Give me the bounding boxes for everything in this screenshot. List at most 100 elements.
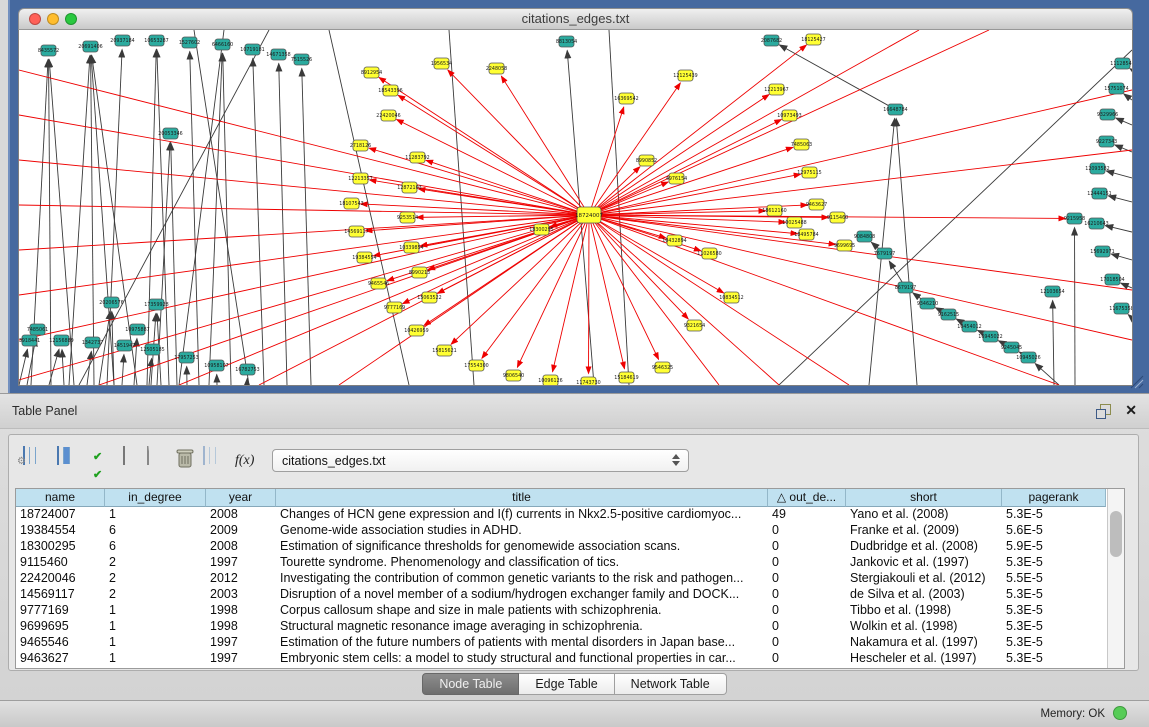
network-node-label: 1956534 [431,61,452,67]
cell-short: de Silva et al. (2003) [846,587,1002,603]
network-edge [91,55,114,385]
cell-name: 9115460 [16,555,105,571]
table-row[interactable]: 946554611997Estimation of the future num… [16,635,1124,651]
table-mode-icon[interactable]: ⚙ [23,447,49,473]
network-node-label: 2087682 [761,38,782,44]
column-header-in_degree[interactable]: in_degree [105,489,206,507]
close-panel-icon[interactable]: ✕ [1125,402,1137,419]
dropdown-stepper-icon [672,454,681,466]
cell-short: Stergiakouli et al. (2012) [846,571,1002,587]
network-node-label: 2248058 [486,66,507,72]
network-node-label: 10975887 [125,327,149,333]
column-header-year[interactable]: year [206,489,276,507]
cell-short: Jankovic et al. (1997) [846,555,1002,571]
column-header-out_degree[interactable]: △ out_de... [768,489,846,507]
network-node-label: 19384554 [352,255,376,261]
column-header-title[interactable]: title [276,489,768,507]
tab-edge-table[interactable]: Edge Table [519,673,614,695]
cell-pagerank: 5.3E-5 [1002,603,1106,619]
network-node-label: 9253514 [397,215,418,221]
network-node-label: 15815621 [432,348,456,354]
window-title: citations_edges.txt [19,11,1132,26]
cell-out_degree: 0 [768,571,846,587]
cell-year: 2008 [206,539,276,555]
network-edge [589,120,781,215]
tab-network-table[interactable]: Network Table [615,673,727,695]
column-header-name[interactable]: name [16,489,105,507]
table-row[interactable]: 2242004622012Investigating the contribut… [16,571,1124,587]
network-node-label: 9245045 [1001,345,1022,351]
network-node-label: 17359928 [144,302,168,308]
cell-in_degree: 6 [105,539,206,555]
network-edge [553,215,589,372]
network-edge [107,49,122,385]
tab-node-table[interactable]: Node Table [422,673,519,695]
new-table-icon[interactable] [147,447,173,473]
network-node-label: 12213967 [764,87,788,93]
network-edge [589,90,1132,215]
network-node-label: 18724007 [575,213,603,219]
cell-short: Nakamura et al. (1997) [846,635,1002,651]
cell-pagerank: 5.3E-5 [1002,619,1106,635]
network-node-label: 18107543 [339,201,363,207]
cell-name: 19384554 [16,523,105,539]
table-row[interactable]: 946362711997Embryonic stem cells: a mode… [16,651,1124,667]
network-node-label: 15184619 [614,375,638,381]
network-node-label: 8435572 [38,48,59,54]
network-node-label: 15063522 [417,295,441,301]
network-canvas[interactable]: 8435572206914062093718410653287152760264… [18,30,1133,386]
network-node-label: 11026580 [697,251,721,257]
column-header-short[interactable]: short [846,489,1002,507]
cell-out_degree: 0 [768,651,846,667]
network-edge [209,53,222,385]
table-row[interactable]: 1938455462009Genome-wide association stu… [16,523,1124,539]
cell-title: Genome-wide association studies in ADHD. [276,523,768,539]
network-edge [501,76,589,215]
network-edge [1130,69,1132,70]
table-row[interactable]: 1872400712008Changes of HCN gene express… [16,507,1124,523]
cell-pagerank: 5.6E-5 [1002,523,1106,539]
cell-name: 9463627 [16,651,105,667]
network-node-label: 16210643 [1084,221,1108,227]
function-builder-icon[interactable]: f(x) [235,451,261,477]
show-columns-icon[interactable] [57,447,83,473]
window-titlebar[interactable]: citations_edges.txt [18,8,1133,30]
cell-title: Embryonic stem cells: a model to study s… [276,651,768,667]
network-view-window: citations_edges.txt 84355722069140620937… [18,8,1133,386]
cell-year: 1997 [206,555,276,571]
network-edge [449,30,474,385]
table-body: 1872400712008Changes of HCN gene express… [16,507,1124,667]
table-row[interactable]: 911546021997Tourette syndrome. Phenomeno… [16,555,1124,571]
network-node-label: 9321654 [684,323,705,329]
delete-table-icon[interactable] [175,447,201,473]
network-edge [1128,315,1132,318]
network-node-label: 12103654 [1040,289,1064,295]
network-node-label: 9463627 [806,202,827,208]
cell-out_degree: 0 [768,635,846,651]
table-row[interactable]: 1456911722003Disruption of a novel membe… [16,587,1124,603]
float-panel-icon[interactable] [1095,403,1111,419]
resize-grip-icon[interactable] [1128,373,1144,389]
vertical-scrollbar[interactable] [1107,489,1124,668]
network-edge [171,142,177,385]
select-columns-icon[interactable]: ✔✔ [93,447,119,473]
table-select-dropdown[interactable]: citations_edges.txt [272,449,689,472]
table-panel-header: Table Panel ✕ [0,393,1149,429]
memory-status-label: Memory: OK [1040,708,1105,720]
row-height-icon[interactable] [123,447,149,473]
table-row[interactable]: 977716911998Corpus callosum shape and si… [16,603,1124,619]
cell-year: 1997 [206,635,276,651]
table-row[interactable]: 969969511998Structural magnetic resonanc… [16,619,1124,635]
network-node-label: 14569117 [344,229,368,235]
network-node-label: 22420046 [376,113,400,119]
network-node-label: 14671358 [266,52,290,58]
scrollbar-thumb[interactable] [1110,511,1122,557]
network-node-label: 12213357 [348,176,372,182]
cell-pagerank: 5.3E-5 [1002,651,1106,667]
table-row[interactable]: 1830029562008Estimation of significance … [16,539,1124,555]
cell-year: 2009 [206,523,276,539]
column-header-pagerank[interactable]: pagerank [1002,489,1106,507]
network-edge [589,215,1132,290]
node-table[interactable]: namein_degreeyeartitle△ out_de...shortpa… [15,488,1125,669]
network-node-label: 10339854 [399,245,423,251]
